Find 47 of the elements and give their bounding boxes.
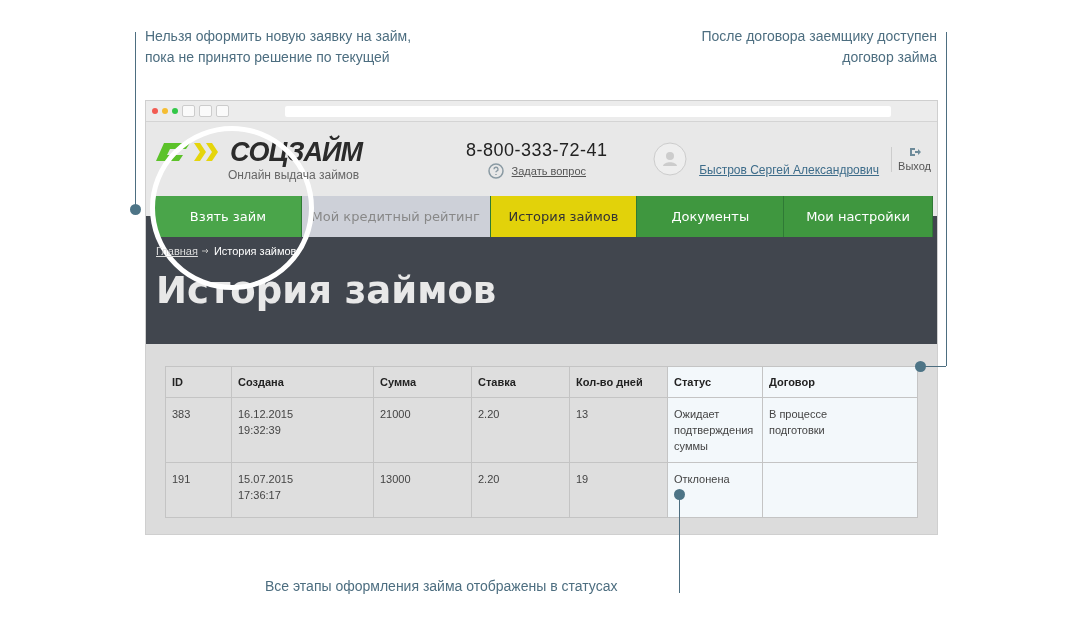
table-cell: 13 xyxy=(569,397,668,463)
back-button[interactable] xyxy=(182,105,195,117)
breadcrumb-current: История займов xyxy=(213,245,297,257)
minimize-light-icon[interactable] xyxy=(162,108,168,114)
callout-dot xyxy=(674,489,685,500)
phone-number: 8-800-333-72-41 xyxy=(466,139,608,161)
table-cell: Отклонена xyxy=(667,462,763,518)
callout-text: Все этапы оформления займа отображены в статусах xyxy=(265,577,618,596)
table-cell: 13000 xyxy=(373,462,472,518)
table-cell: В процессе подготовки xyxy=(762,397,918,463)
callout-text: После договора заемщику доступен договор займа xyxy=(701,27,937,67)
table-cell: 19 xyxy=(569,462,668,518)
table-cell: 2.20 xyxy=(471,462,570,518)
table-cell: 383 xyxy=(165,397,232,463)
column-header: ID xyxy=(165,366,232,398)
arrow-icon xyxy=(201,248,210,254)
logout-link[interactable]: Выход xyxy=(891,146,931,172)
avatar-icon xyxy=(653,142,688,176)
table-cell: 21000 xyxy=(373,397,472,463)
nav-tab[interactable]: История займов xyxy=(490,196,638,237)
maximize-light-icon[interactable] xyxy=(172,108,178,114)
column-header: Статус xyxy=(667,366,763,398)
table-cell: 191 xyxy=(165,462,232,518)
help-icon xyxy=(487,162,504,179)
column-header: Создана xyxy=(231,366,374,398)
nav-tab[interactable]: Документы xyxy=(637,196,785,237)
logout-icon xyxy=(908,146,921,157)
table-cell: 16.12.2015 19:32:39 xyxy=(231,397,374,463)
table-cell: 2.20 xyxy=(471,397,570,463)
callout-dot xyxy=(915,361,926,372)
table-cell: 15.07.2015 17:36:17 xyxy=(231,462,374,518)
logo-text: СОЦЗАЙМ xyxy=(230,136,362,168)
sidebar-button[interactable] xyxy=(216,105,229,117)
callout-text: Нельзя оформить новую заявку на займ, пока не принято решение по текущей xyxy=(145,27,412,67)
close-light-icon[interactable] xyxy=(152,108,158,114)
callout-dot xyxy=(130,204,141,215)
forward-button[interactable] xyxy=(199,105,212,117)
column-header: Сумма xyxy=(373,366,472,398)
column-header: Договор xyxy=(762,366,918,398)
tagline: Онлайн выдача займов xyxy=(228,167,361,182)
table-cell: Ожидает подтверждения суммы xyxy=(667,397,763,463)
nav-tab[interactable]: Мои настройки xyxy=(784,196,933,237)
column-header: Кол-во дней xyxy=(569,366,668,398)
column-header: Ставка xyxy=(471,366,570,398)
user-name-link[interactable]: Быстров Сергей Александрович xyxy=(699,163,880,177)
nav-tab[interactable]: Взять займ xyxy=(155,196,302,237)
ask-question-link[interactable]: Задать вопрос xyxy=(511,164,586,177)
